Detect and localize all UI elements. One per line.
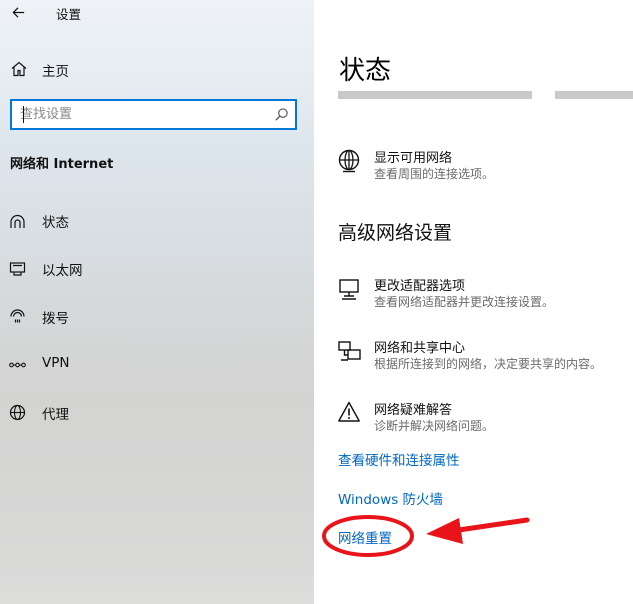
section-title: 网络和 Internet <box>10 157 114 172</box>
sidebar: 设置 主页 网络和 Internet 状态 以太网 <box>0 0 314 604</box>
placeholder-bar <box>555 91 633 99</box>
monitor-icon <box>339 279 359 300</box>
setting-description: 诊断并解决网络问题。 <box>374 419 495 433</box>
search-box[interactable] <box>10 99 297 130</box>
setting-title: 网络和共享中心 <box>374 341 466 356</box>
dialup-icon <box>10 309 25 323</box>
network-reset-link[interactable]: 网络重置 <box>338 527 392 547</box>
warning-icon <box>338 401 360 422</box>
sidebar-item-home[interactable]: 主页 <box>0 54 314 84</box>
sidebar-item-vpn[interactable]: VPN <box>0 347 314 381</box>
setting-title: 更改适配器选项 <box>374 279 466 294</box>
sidebar-item-label: 主页 <box>42 64 69 80</box>
show-available-networks[interactable]: 显示可用网络 查看周围的连接选项。 <box>334 147 633 187</box>
view-hardware-properties-link[interactable]: 查看硬件和连接属性 <box>338 449 460 469</box>
setting-title: 网络疑难解答 <box>374 403 453 418</box>
back-arrow-icon <box>11 6 24 18</box>
change-adapter-options[interactable]: 更改适配器选项 查看网络适配器并更改连接设置。 <box>334 275 633 315</box>
globe-icon <box>9 404 26 421</box>
advanced-settings-heading: 高级网络设置 <box>338 222 453 244</box>
home-status-icon <box>10 214 25 228</box>
sidebar-item-ethernet[interactable]: 以太网 <box>0 251 314 285</box>
back-button[interactable] <box>6 1 30 23</box>
ethernet-icon <box>9 262 26 276</box>
sidebar-item-proxy[interactable]: 代理 <box>0 395 314 429</box>
window-title: 设置 <box>56 7 82 22</box>
setting-title: 显示可用网络 <box>374 151 453 166</box>
setting-description: 查看网络适配器并更改连接设置。 <box>374 295 555 309</box>
windows-firewall-link[interactable]: Windows 防火墙 <box>338 488 443 508</box>
setting-description: 根据所连接到的网络，决定要共享的内容。 <box>374 357 603 371</box>
setting-description: 查看周围的连接选项。 <box>374 167 495 181</box>
sidebar-item-dialup[interactable]: 拨号 <box>0 299 314 333</box>
network-sharing-center[interactable]: 网络和共享中心 根据所连接到的网络，决定要共享的内容。 <box>334 337 633 377</box>
search-input[interactable] <box>20 103 265 126</box>
main-content: 状态 显示可用网络 查看周围的连接选项。 高级网络设置 更改适配器选项 查看网络… <box>314 0 633 604</box>
sidebar-item-label: 代理 <box>42 407 69 423</box>
sidebar-item-label: 状态 <box>42 215 69 231</box>
page-title: 状态 <box>339 56 392 86</box>
globe-icon <box>338 149 360 173</box>
search-icon[interactable] <box>274 107 289 122</box>
network-sharing-icon <box>338 341 361 361</box>
text-caret <box>23 106 24 123</box>
sidebar-item-status[interactable]: 状态 <box>0 203 314 237</box>
network-troubleshooter[interactable]: 网络疑难解答 诊断并解决网络问题。 <box>334 399 633 439</box>
sidebar-item-label: VPN <box>42 355 70 371</box>
sidebar-item-label: 拨号 <box>42 311 69 327</box>
title-bar: 设置 <box>0 0 314 26</box>
vpn-icon <box>9 362 26 368</box>
placeholder-bar <box>338 91 532 99</box>
sidebar-item-label: 以太网 <box>42 263 83 279</box>
home-icon <box>11 61 27 77</box>
